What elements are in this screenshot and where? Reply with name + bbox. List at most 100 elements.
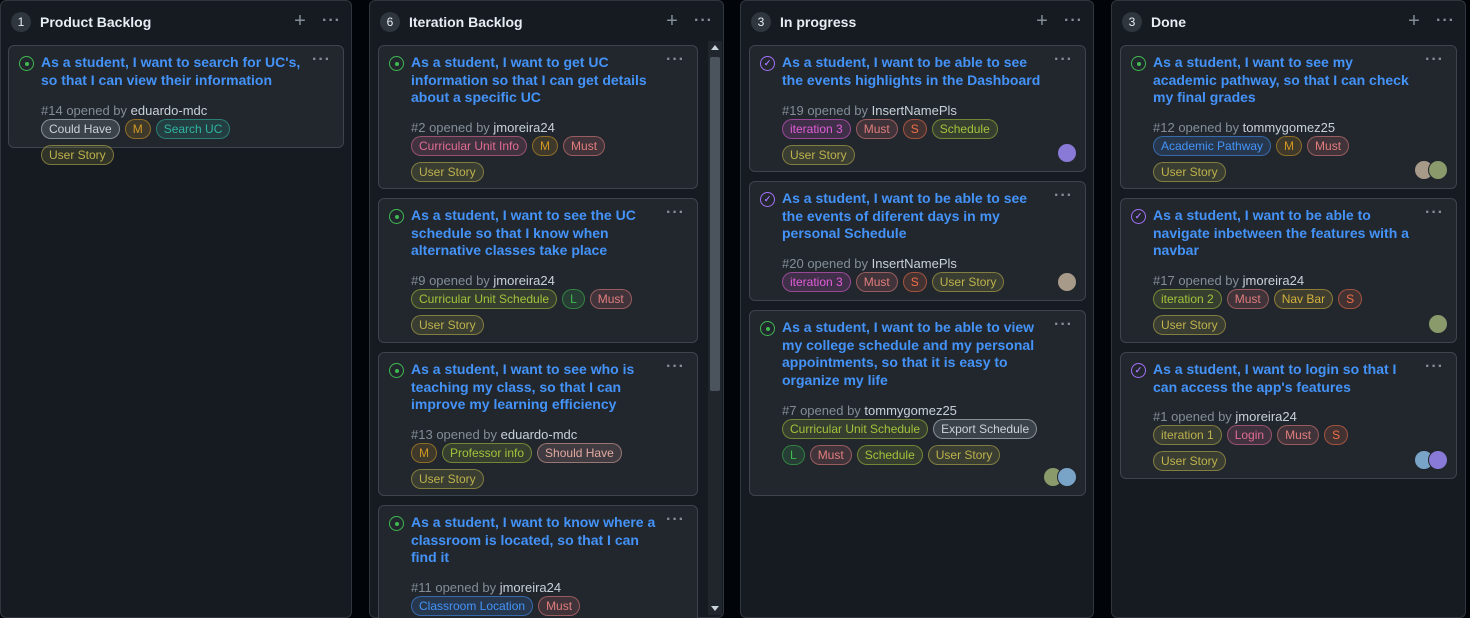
issue-label[interactable]: Classroom Location	[411, 596, 534, 616]
issue-author[interactable]: jmoreira24	[500, 580, 561, 595]
issue-title-link[interactable]: As a student, I want to login so that I …	[1153, 361, 1418, 396]
issue-label[interactable]: User Story	[927, 445, 1001, 465]
scroll-up-arrow-icon[interactable]	[711, 45, 719, 50]
kebab-icon[interactable]: ···	[666, 512, 685, 528]
issue-label[interactable]: M	[1276, 136, 1303, 156]
kebab-icon[interactable]: ···	[1054, 317, 1073, 333]
issue-author[interactable]: jmoreira24	[1243, 273, 1304, 288]
issue-title-link[interactable]: As a student, I want to be able to navig…	[1153, 207, 1418, 260]
issue-label[interactable]: User Story	[41, 145, 114, 165]
issue-title-link[interactable]: As a student, I want to be able to see t…	[782, 190, 1047, 243]
issue-label[interactable]: Export Schedule	[933, 419, 1038, 439]
issue-title-link[interactable]: As a student, I want to see who is teach…	[411, 361, 659, 414]
avatar[interactable]	[1428, 314, 1448, 334]
kebab-icon[interactable]: ···	[1425, 359, 1444, 375]
issue-title-link[interactable]: As a student, I want to see the UC sched…	[411, 207, 659, 260]
issue-label[interactable]: User Story	[1153, 315, 1226, 335]
avatar[interactable]	[1057, 272, 1077, 292]
issue-label[interactable]: Must	[1307, 136, 1350, 156]
issue-label[interactable]: User Story	[411, 469, 484, 489]
issue-label[interactable]: Login	[1226, 425, 1273, 445]
issue-title-link[interactable]: As a student, I want to get UC informati…	[411, 54, 659, 107]
issue-author[interactable]: jmoreira24	[1235, 409, 1296, 424]
avatar[interactable]	[1428, 450, 1448, 470]
issue-card[interactable]: As a student, I want to get UC informati…	[378, 45, 698, 189]
issue-label[interactable]: S	[1324, 425, 1349, 445]
plus-icon[interactable]: +	[292, 11, 308, 31]
avatar[interactable]	[1057, 143, 1077, 163]
issue-label[interactable]: S	[1338, 289, 1363, 309]
scrollbar[interactable]	[708, 41, 722, 615]
issue-label[interactable]: Must	[563, 136, 606, 156]
scroll-down-arrow-icon[interactable]	[711, 606, 719, 611]
issue-author[interactable]: jmoreira24	[493, 120, 554, 135]
issue-label[interactable]: Must	[1226, 289, 1269, 309]
kebab-icon[interactable]: ···	[322, 13, 341, 29]
plus-icon[interactable]: +	[664, 11, 680, 31]
issue-label[interactable]: M	[532, 136, 559, 156]
issue-label[interactable]: User Story	[1153, 451, 1226, 471]
issue-label[interactable]: Schedule	[856, 445, 923, 465]
issue-label[interactable]: User Story	[931, 272, 1005, 292]
issue-label[interactable]: L	[562, 289, 585, 309]
issue-label[interactable]: Must	[809, 445, 852, 465]
issue-label[interactable]: Should Have	[537, 443, 622, 463]
issue-author[interactable]: tommygomez25	[864, 403, 956, 418]
kebab-icon[interactable]: ···	[1425, 205, 1444, 221]
issue-author[interactable]: InsertNamePls	[872, 256, 957, 271]
issue-label[interactable]: Curricular Unit Info	[411, 136, 528, 156]
issue-label[interactable]: Must	[1277, 425, 1320, 445]
issue-label[interactable]: Professor info	[442, 443, 533, 463]
issue-label[interactable]: User Story	[411, 315, 484, 335]
issue-label[interactable]: iteration 1	[1153, 425, 1222, 445]
issue-title-link[interactable]: As a student, I want to be able to view …	[782, 319, 1047, 389]
issue-label[interactable]: Must	[589, 289, 632, 309]
issue-label[interactable]: Curricular Unit Schedule	[411, 289, 558, 309]
issue-title-link[interactable]: As a student, I want to be able to see t…	[782, 54, 1047, 89]
issue-label[interactable]: Nav Bar	[1273, 289, 1334, 309]
issue-label[interactable]: User Story	[411, 162, 484, 182]
issue-label[interactable]: iteration 2	[1153, 289, 1222, 309]
issue-label[interactable]: Search UC	[155, 119, 231, 139]
kebab-icon[interactable]: ···	[694, 13, 713, 29]
issue-label[interactable]: Schedule	[931, 119, 998, 139]
kebab-icon[interactable]: ···	[666, 359, 685, 375]
issue-label[interactable]: S	[902, 272, 927, 292]
issue-label[interactable]: User Story	[782, 145, 855, 165]
issue-title-link[interactable]: As a student, I want to see my academic …	[1153, 54, 1418, 107]
issue-card[interactable]: As a student, I want to know where a cla…	[378, 505, 698, 618]
kebab-icon[interactable]: ···	[666, 52, 685, 68]
issue-label[interactable]: Must	[538, 596, 581, 616]
issue-author[interactable]: eduardo-mdc	[501, 427, 578, 442]
issue-author[interactable]: jmoreira24	[493, 273, 554, 288]
issue-label[interactable]: iteration 3	[782, 272, 851, 292]
issue-title-link[interactable]: As a student, I want to know where a cla…	[411, 514, 659, 567]
issue-card[interactable]: ✓ As a student, I want to login so that I…	[1120, 352, 1457, 479]
issue-label[interactable]: Could Have	[41, 119, 120, 139]
issue-label[interactable]: Academic Pathway	[1153, 136, 1272, 156]
issue-author[interactable]: InsertNamePls	[872, 103, 957, 118]
avatar[interactable]	[1057, 467, 1077, 487]
issue-card[interactable]: As a student, I want to see the UC sched…	[378, 198, 698, 343]
issue-card[interactable]: As a student, I want to see my academic …	[1120, 45, 1457, 189]
issue-label[interactable]: M	[124, 119, 151, 139]
issue-label[interactable]: M	[411, 443, 437, 463]
plus-icon[interactable]: +	[1406, 11, 1422, 31]
issue-label[interactable]: iteration 3	[782, 119, 851, 139]
kebab-icon[interactable]: ···	[1054, 188, 1073, 204]
issue-author[interactable]: eduardo-mdc	[131, 103, 208, 118]
kebab-icon[interactable]: ···	[666, 205, 685, 221]
issue-label[interactable]: Must	[855, 119, 898, 139]
issue-label[interactable]: L	[782, 445, 805, 465]
issue-card[interactable]: ✓ As a student, I want to be able to navi…	[1120, 198, 1457, 343]
issue-label[interactable]: S	[902, 119, 927, 139]
plus-icon[interactable]: +	[1034, 11, 1050, 31]
kebab-icon[interactable]: ···	[1425, 52, 1444, 68]
kebab-icon[interactable]: ···	[1054, 52, 1073, 68]
kebab-icon[interactable]: ···	[1064, 13, 1083, 29]
issue-card[interactable]: As a student, I want to see who is teach…	[378, 352, 698, 496]
issue-card[interactable]: As a student, I want to be able to view …	[749, 310, 1086, 496]
avatar[interactable]	[1428, 160, 1448, 180]
issue-author[interactable]: tommygomez25	[1243, 120, 1335, 135]
issue-title-link[interactable]: As a student, I want to search for UC's,…	[41, 54, 305, 89]
